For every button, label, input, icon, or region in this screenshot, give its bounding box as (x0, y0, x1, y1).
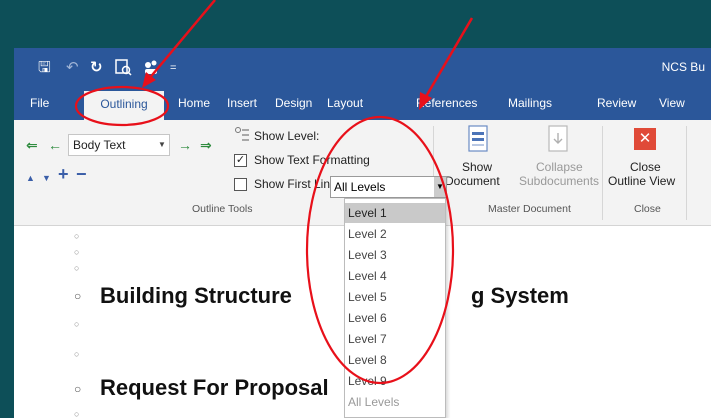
show-text-formatting-label: Show Text Formatting (254, 153, 370, 167)
outline-bullet-icon: ○ (74, 349, 80, 359)
tab-view[interactable]: View (659, 96, 685, 110)
collapse-subdocuments-label-line2: Subdocuments (519, 174, 600, 188)
word-window: 🖫 ↶ ↻ = NCS Bu File Outlining Home Inser… (14, 48, 711, 418)
tab-layout[interactable]: Layout (327, 96, 363, 110)
show-level-value: All Levels (334, 180, 386, 194)
show-text-formatting-checkbox[interactable]: ✓ (234, 154, 247, 167)
show-first-line-checkbox[interactable] (234, 178, 247, 191)
outline-bullet-icon: ○ (74, 263, 80, 273)
promote-icon[interactable]: ← (48, 137, 62, 153)
close-outline-label-line2: Outline View (608, 174, 676, 188)
tab-references[interactable]: References (416, 96, 477, 110)
tab-home[interactable]: Home (178, 96, 210, 110)
level-option-4[interactable]: Level 4 (345, 266, 445, 286)
tab-design[interactable]: Design (275, 96, 312, 110)
outline-bullet-icon: ○ (74, 247, 80, 257)
customize-quick-access-icon[interactable]: = (170, 58, 176, 78)
level-option-2[interactable]: Level 2 (345, 224, 445, 244)
outline-heading-2[interactable]: Request For Proposal (100, 375, 329, 401)
chevron-down-icon: ▼ (158, 140, 166, 149)
level-option-all[interactable]: All Levels (345, 392, 445, 412)
tab-file[interactable]: File (30, 96, 49, 110)
show-level-icon (235, 127, 249, 141)
checkmark-icon: ✓ (235, 154, 246, 166)
outline-bullet-icon: ○ (74, 289, 82, 303)
redo-icon[interactable]: ↻ (90, 58, 103, 78)
outline-heading-1-tail[interactable]: g System (471, 283, 569, 309)
close-outline-label-line1: Close (630, 160, 661, 174)
collapse-subdocuments-label-line1: Collapse (536, 160, 583, 174)
show-document-label-line2: Document (445, 174, 500, 188)
tab-insert[interactable]: Insert (227, 96, 257, 110)
chevron-down-icon[interactable]: ▼ (434, 177, 446, 197)
outline-tools-group-label: Outline Tools (192, 203, 253, 215)
print-preview-icon[interactable] (114, 58, 132, 76)
outline-level-value: Body Text (73, 138, 126, 152)
level-option-3[interactable]: Level 3 (345, 245, 445, 265)
show-document-icon[interactable] (466, 124, 490, 154)
group-separator (602, 126, 603, 220)
show-level-select[interactable]: All Levels ▼ (330, 176, 447, 198)
collapse-icon[interactable]: − (76, 165, 87, 183)
tab-outlining[interactable]: Outlining (84, 91, 164, 120)
outline-bullet-icon: ○ (74, 382, 82, 396)
master-document-group-label: Master Document (488, 203, 571, 215)
collapse-subdocuments-icon (548, 125, 568, 152)
title-bar: 🖫 ↶ ↻ = NCS Bu (14, 48, 711, 88)
level-option-7[interactable]: Level 7 (345, 329, 445, 349)
document-title: NCS Bu (661, 60, 705, 74)
move-up-icon[interactable]: ▲ (26, 170, 35, 186)
demote-icon[interactable]: → (178, 137, 192, 153)
demote-to-body-icon[interactable]: ⇒ (200, 137, 212, 153)
expand-icon[interactable]: + (58, 165, 69, 183)
move-down-icon[interactable]: ▼ (42, 170, 51, 186)
level-option-6[interactable]: Level 6 (345, 308, 445, 328)
close-group-label: Close (634, 203, 661, 215)
outline-bullet-icon: ○ (74, 409, 80, 418)
tab-mailings[interactable]: Mailings (508, 96, 552, 110)
touch-mode-icon[interactable] (142, 58, 160, 76)
level-option-8[interactable]: Level 8 (345, 350, 445, 370)
outline-bullet-icon: ○ (74, 231, 80, 241)
outline-level-select[interactable]: Body Text ▼ (68, 134, 170, 156)
ribbon-tab-bar: File Outlining Home Insert Design Layout… (14, 88, 711, 120)
level-option-9[interactable]: Level 9 (345, 371, 445, 391)
tab-review[interactable]: Review (597, 96, 636, 110)
save-icon[interactable]: 🖫 (38, 58, 51, 78)
close-outline-icon[interactable]: ✕ (634, 128, 656, 150)
level-option-1[interactable]: Level 1 (345, 203, 445, 223)
promote-to-heading1-icon[interactable]: ⇐ (26, 137, 38, 153)
outline-heading-1[interactable]: Building Structure (100, 283, 292, 309)
group-separator (686, 126, 687, 220)
undo-icon[interactable]: ↶ (66, 58, 79, 78)
show-document-label-line1: Show (462, 160, 493, 174)
level-option-5[interactable]: Level 5 (345, 287, 445, 307)
outline-bullet-icon: ○ (74, 319, 80, 329)
show-level-label: Show Level: (254, 129, 320, 143)
show-level-dropdown-list: Level 1 Level 2 Level 3 Level 4 Level 5 … (344, 198, 446, 418)
